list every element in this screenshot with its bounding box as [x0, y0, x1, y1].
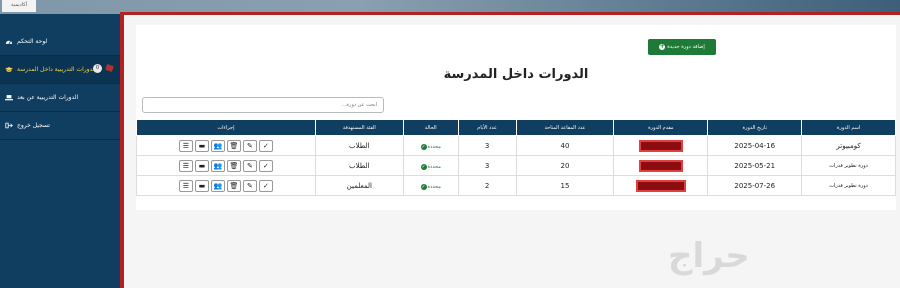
graduation-cap-icon: [5, 67, 13, 72]
archive-icon[interactable]: ▬: [194, 139, 209, 152]
archive-icon[interactable]: ▬: [194, 159, 209, 172]
course-date: 2025-04-16: [707, 135, 803, 156]
column-header[interactable]: اسم الدورة: [801, 119, 896, 136]
sidebar-item-label: لوحة التحكم: [17, 38, 48, 45]
available-seats: 40: [515, 135, 615, 156]
check-icon[interactable]: ✓: [258, 179, 273, 192]
course-status: محددة ✓: [402, 135, 459, 156]
course-presenter: [613, 155, 709, 176]
status-label: محددة: [427, 183, 441, 190]
trash-icon[interactable]: 🗑: [226, 159, 241, 172]
search-input[interactable]: [142, 97, 384, 113]
users-icon[interactable]: 👥: [210, 139, 225, 152]
edit-icon[interactable]: ✎: [242, 139, 257, 152]
target-audience: المعلمين: [314, 175, 404, 196]
watermark: حراج: [668, 236, 750, 276]
sidebar-item-in-school-courses[interactable]: الدورات التدريبية داخل المدرسة 0: [0, 56, 120, 84]
users-icon[interactable]: 👥: [210, 179, 225, 192]
list-icon[interactable]: ☰: [178, 179, 193, 192]
column-header[interactable]: تاريخ الدورة: [707, 119, 803, 136]
column-header[interactable]: الحالة: [402, 119, 459, 136]
app-logo[interactable]: أكاديمية: [2, 0, 36, 12]
course-days: 2: [457, 175, 517, 196]
course-status: محددة ✓: [402, 155, 459, 176]
redacted-presenter: [635, 179, 686, 192]
target-audience: الطلاب: [314, 135, 404, 156]
trash-icon[interactable]: 🗑: [226, 179, 241, 192]
table-row: دورة تطوير قدرات 2025-05-21 20 3 محددة ✓ …: [136, 155, 896, 176]
column-header[interactable]: الفئة المستهدفة: [314, 119, 404, 136]
users-icon[interactable]: 👥: [210, 159, 225, 172]
plus-icon: +: [659, 43, 666, 50]
column-header[interactable]: عدد المقاعد المتاحة: [515, 119, 615, 136]
laptop-icon: [5, 95, 13, 101]
sidebar-item-remote-courses[interactable]: الدورات التدريبية عن بعد: [0, 84, 120, 112]
dashboard-icon: [5, 40, 13, 45]
sidebar-item-logout[interactable]: تسجيل خروج: [0, 112, 120, 140]
list-icon[interactable]: ☰: [178, 139, 193, 152]
course-name: دورة تطوير قدرات: [801, 155, 896, 176]
table-header-row: اسم الدورة تاريخ الدورة مقدم الدورة عدد …: [136, 119, 896, 136]
course-status: محددة ✓: [402, 175, 459, 196]
flag-icon: [105, 63, 114, 73]
redacted-presenter: [638, 139, 683, 152]
sidebar-item-label: الدورات التدريبية عن بعد: [17, 94, 79, 101]
column-header[interactable]: مقدم الدورة: [613, 119, 709, 136]
check-circle-icon: ✓: [420, 143, 427, 150]
content-frame: + إضافة دورة جديدة الدورات داخل المدرسة …: [120, 12, 900, 288]
logout-icon: [5, 122, 13, 129]
notification-badge: 0: [93, 64, 102, 73]
check-circle-icon: ✓: [420, 163, 427, 170]
course-days: 3: [457, 155, 517, 176]
course-days: 3: [457, 135, 517, 156]
check-icon[interactable]: ✓: [258, 159, 273, 172]
add-course-button[interactable]: + إضافة دورة جديدة: [648, 39, 716, 55]
page-title: الدورات داخل المدرسة: [443, 67, 589, 82]
course-name: كومبيوتر: [801, 135, 896, 156]
column-header[interactable]: عدد الأيام: [457, 119, 517, 136]
table-row: كومبيوتر 2025-04-16 40 3 محددة ✓ الطلاب ☰…: [136, 135, 896, 156]
table-row: دورة تطوير قدرات 2025-07-26 15 2 محددة ✓ …: [136, 175, 896, 196]
course-presenter: [613, 175, 709, 196]
row-actions: ☰ ▬ 👥 🗑 ✎ ✓: [136, 135, 316, 156]
course-date: 2025-07-26: [707, 175, 803, 196]
redacted-presenter: [638, 159, 683, 172]
column-header[interactable]: إجراءات: [136, 119, 316, 136]
sidebar: لوحة التحكم الدورات التدريبية داخل المدر…: [0, 14, 120, 288]
add-course-label: إضافة دورة جديدة: [667, 44, 705, 50]
course-presenter: [613, 135, 709, 156]
available-seats: 20: [515, 155, 615, 176]
trash-icon[interactable]: 🗑: [226, 139, 241, 152]
courses-card: + إضافة دورة جديدة الدورات داخل المدرسة …: [136, 25, 896, 210]
sidebar-item-label: الدورات التدريبية داخل المدرسة: [17, 66, 97, 73]
archive-icon[interactable]: ▬: [194, 179, 209, 192]
row-actions: ☰ ▬ 👥 🗑 ✎ ✓: [136, 155, 316, 176]
available-seats: 15: [515, 175, 615, 196]
course-date: 2025-05-21: [707, 155, 803, 176]
check-circle-icon: ✓: [420, 183, 427, 190]
courses-table: اسم الدورة تاريخ الدورة مقدم الدورة عدد …: [136, 119, 896, 196]
row-actions: ☰ ▬ 👥 🗑 ✎ ✓: [136, 175, 316, 196]
edit-icon[interactable]: ✎: [242, 179, 257, 192]
status-label: محددة: [427, 163, 441, 170]
edit-icon[interactable]: ✎: [242, 159, 257, 172]
status-label: محددة: [427, 143, 441, 150]
sidebar-item-label: تسجيل خروج: [17, 122, 50, 129]
check-icon[interactable]: ✓: [258, 139, 273, 152]
target-audience: الطلاب: [314, 155, 404, 176]
list-icon[interactable]: ☰: [178, 159, 193, 172]
course-name: دورة تطوير قدرات: [801, 175, 896, 196]
sidebar-item-dashboard[interactable]: لوحة التحكم: [0, 28, 120, 56]
